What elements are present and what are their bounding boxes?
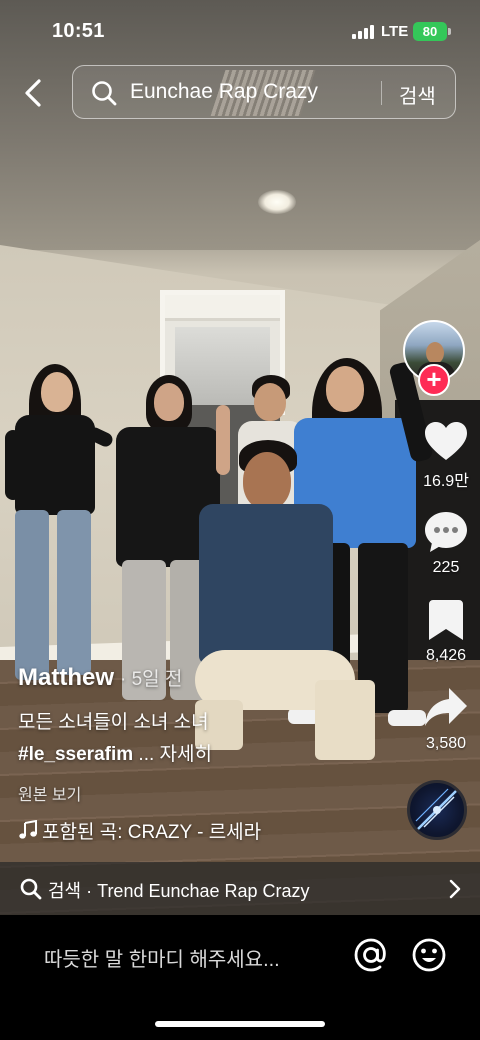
search-input[interactable]: Eunchae Rap Crazy <box>130 80 318 104</box>
search-submit-button[interactable]: 검색 <box>399 80 436 109</box>
share-button[interactable]: 3,580 <box>404 686 480 753</box>
author-line: Matthew · 5일 전 <box>18 664 182 692</box>
post-age: · 5일 전 <box>120 669 183 690</box>
status-bar: 10:51 LTE 80 <box>0 0 480 60</box>
search-icon <box>20 878 42 900</box>
music-note-icon <box>19 819 37 839</box>
signal-strength-icon <box>352 25 376 39</box>
song-link[interactable]: 포함된 곡: CRAZY - 르세라 <box>18 817 261 844</box>
heart-icon <box>425 422 467 460</box>
search-bar[interactable]: Eunchae Rap Crazy 검색 <box>72 65 456 119</box>
share-arrow-icon <box>425 688 467 726</box>
at-icon <box>354 938 386 972</box>
chevron-right-icon <box>449 879 461 899</box>
comment-input[interactable]: 따듯한 말 한마디 해주세요... <box>44 943 280 972</box>
author-name[interactable]: Matthew <box>18 664 114 691</box>
music-disc[interactable] <box>407 780 467 840</box>
status-time: 10:51 <box>52 20 105 42</box>
hashtag-link[interactable]: #le_sserafim <box>18 744 133 765</box>
song-title: 포함된 곡: CRAZY - 르세라 <box>42 822 262 843</box>
plus-icon: + <box>426 364 442 394</box>
view-original-link[interactable]: 원본 보기 <box>18 781 81 805</box>
see-more-link[interactable]: ... 자세히 <box>133 744 212 765</box>
network-type: LTE <box>381 23 409 40</box>
like-button[interactable]: 16.9만 <box>404 420 480 491</box>
save-button[interactable]: 8,426 <box>404 598 480 665</box>
like-count: 16.9만 <box>423 473 469 490</box>
album-art-icon <box>415 788 457 830</box>
comment-bubble-icon <box>425 512 467 552</box>
ceiling-light <box>258 190 296 214</box>
mention-button[interactable] <box>353 937 389 973</box>
emoji-button[interactable] <box>411 937 447 973</box>
share-count: 3,580 <box>425 735 467 752</box>
search-icon <box>92 81 117 106</box>
emoji-icon <box>412 938 446 972</box>
back-button[interactable] <box>20 78 50 108</box>
follow-button[interactable]: + <box>418 364 450 396</box>
search-divider <box>381 81 382 105</box>
comment-button[interactable]: 225 <box>404 510 480 577</box>
save-count: 8,426 <box>425 647 467 664</box>
dancer <box>195 440 385 780</box>
post-description: 모든 소녀들이 소녀 소녀 <box>18 712 209 733</box>
related-search-banner[interactable]: 검색 · Trend Eunchae Rap Crazy <box>0 862 480 915</box>
home-indicator <box>155 1021 325 1027</box>
dancer <box>5 360 115 690</box>
post-hashtag-line: #le_sserafim ... 자세히 <box>18 739 212 766</box>
back-arrow-icon <box>25 79 41 107</box>
battery-level: 80 <box>422 24 438 39</box>
comment-count: 225 <box>432 559 460 576</box>
related-search-text: 검색 · Trend Eunchae Rap Crazy <box>48 881 310 901</box>
bookmark-icon <box>429 600 463 640</box>
battery-icon: 80 <box>413 22 451 41</box>
